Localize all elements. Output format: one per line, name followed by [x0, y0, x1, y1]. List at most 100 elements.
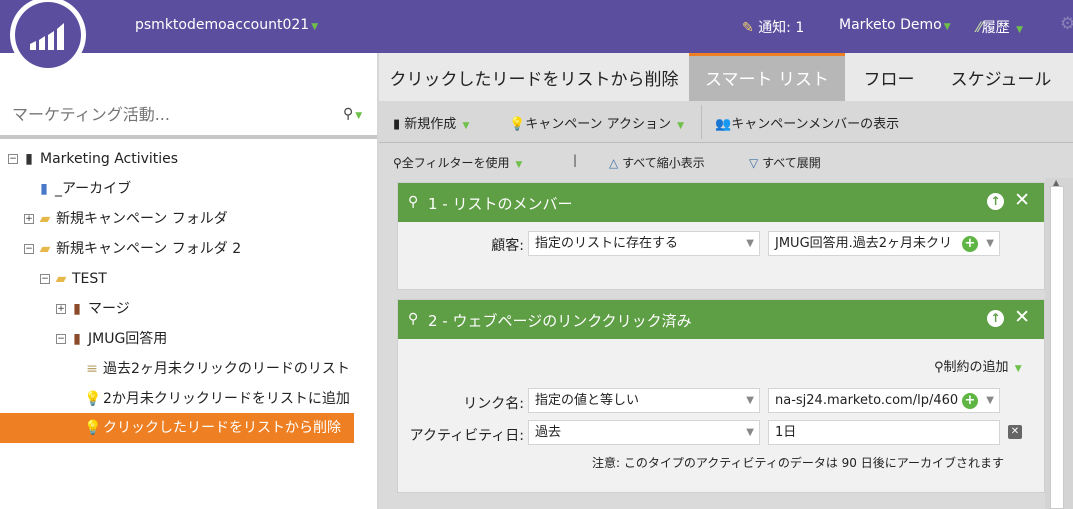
expand-all-label: すべて展開 [762, 156, 821, 170]
add-value-icon[interactable]: + [962, 393, 978, 409]
account-name: psmktodemoaccount021 [135, 17, 310, 33]
chevron-down-icon: ▼ [462, 121, 470, 131]
collapse-all-button[interactable]: △ すべて縮小表示 [609, 154, 705, 171]
close-icon[interactable]: ✕ [1014, 189, 1030, 211]
value-text: 1日 [775, 425, 797, 440]
tree-item-archive[interactable]: ▮ _アーカイブ [36, 175, 131, 203]
toolbar-divider [701, 105, 702, 139]
collapse-all-label: すべて縮小表示 [622, 156, 705, 170]
expand-all-button[interactable]: ▽ すべて展開 [749, 154, 821, 171]
chevron-down-icon: ▼ [311, 22, 319, 32]
filter-card-header[interactable]: ⚲ 2 - ウェブページのリンククリック済み ↑ ✕ [398, 300, 1044, 339]
show-members-label: キャンペーンメンバーの表示 [731, 117, 900, 132]
lightbulb-icon: 💡 [84, 391, 102, 407]
chevron-down-icon: ▼ [677, 121, 685, 131]
list-icon: ≡ [86, 361, 98, 377]
chevron-down-icon: ▼ [355, 111, 363, 121]
campaign-action-button[interactable]: 💡キャンペーン アクション ▼ [509, 113, 684, 132]
value-input[interactable]: 1日 [768, 420, 1000, 445]
lightbulb-icon: 💡 [509, 117, 526, 132]
expand-icon: ▽ [749, 156, 759, 170]
filter-row-label: 顧客: [491, 238, 524, 254]
program-icon: ▮ [73, 331, 81, 347]
history-menu[interactable]: ⁄⁄履歴 ▼ [977, 17, 1023, 37]
tree-item-label: Marketing Activities [40, 151, 179, 167]
clear-icon[interactable]: ✕ [1008, 425, 1022, 439]
show-members-button[interactable]: 👥キャンペーンメンバーの表示 [715, 113, 899, 132]
tree-item-folder-2[interactable]: − ▰ 新規キャンペーン フォルダ 2 [24, 235, 241, 263]
tree-item-campaign-remove[interactable]: 💡 クリックしたリードをリストから削除 [0, 413, 354, 443]
tree-item-list[interactable]: ≡ 過去2ヶ月未クリックのリードのリスト [84, 355, 350, 383]
user-menu[interactable]: Marketo Demo ▼ [839, 17, 951, 33]
tree-item-label: JMUG回答用 [88, 331, 168, 347]
campaign-action-label: キャンペーン アクション [525, 117, 672, 132]
add-value-icon[interactable]: + [962, 236, 978, 252]
close-icon[interactable]: ✕ [1014, 306, 1030, 328]
tree-item-merge[interactable]: + ▮ マージ [56, 295, 130, 323]
tree-item-jmug[interactable]: − ▮ JMUG回答用 [56, 325, 167, 353]
book-icon: ▮ [25, 151, 33, 167]
move-up-icon[interactable]: ↑ [987, 193, 1004, 210]
collapse-icon[interactable]: − [56, 334, 66, 344]
operator-select[interactable]: 指定の値と等しい ▼ [528, 388, 760, 413]
notification-icon: ✎ [742, 20, 754, 36]
chevron-down-icon: ▼ [1016, 25, 1024, 35]
operator-value: 過去 [535, 425, 562, 440]
new-button[interactable]: ▮ 新規作成 ▼ [393, 113, 469, 132]
tree-item-marketing-activities[interactable]: − ▮ Marketing Activities [8, 145, 178, 173]
add-constraint-button[interactable]: ⚲制約の追加 ▼ [934, 356, 1022, 375]
smart-list-canvas: ⚲ 1 - リストのメンバー ↑ ✕ 顧客: 指定のリストに存在する ▼ JMUG… [379, 178, 1045, 509]
expand-icon[interactable]: + [56, 304, 66, 314]
tree-search: ⚲▼ [0, 99, 377, 139]
marketo-logo[interactable] [10, 0, 86, 73]
tree-item-label: マージ [88, 301, 130, 317]
collapse-icon[interactable]: − [40, 274, 50, 284]
scrollbar[interactable]: ▲ [1045, 178, 1073, 509]
tab-bar: クリックしたリードをリストから削除 スマート リスト フロー スケジュール [379, 53, 1073, 101]
filter-icon: ⚲ [408, 194, 419, 210]
logo-bars-icon [30, 23, 64, 50]
tree-item-label: _アーカイブ [55, 181, 132, 197]
tree-item-folder-1[interactable]: + ▰ 新規キャンペーン フォルダ [24, 205, 228, 233]
chevron-down-icon: ▼ [986, 395, 994, 406]
tree-item-label: TEST [72, 271, 107, 287]
filter-icon[interactable]: ⚲ ▼ [343, 106, 362, 122]
scrollbar-thumb[interactable] [1050, 186, 1064, 509]
expand-icon[interactable]: + [24, 214, 34, 224]
collapse-icon[interactable]: − [8, 154, 18, 164]
collapse-icon[interactable]: − [24, 244, 34, 254]
chevron-down-icon: ▼ [515, 160, 523, 170]
use-all-filters-button[interactable]: ⚲全フィルターを使用 ▼ [393, 154, 522, 171]
filter-card: ⚲ 1 - リストのメンバー ↑ ✕ 顧客: 指定のリストに存在する ▼ JMUG… [397, 182, 1045, 290]
filter-card-header[interactable]: ⚲ 1 - リストのメンバー ↑ ✕ [398, 183, 1044, 222]
tree-item-campaign-add[interactable]: 💡 2か月未クリックリードをリストに追加 [84, 385, 350, 413]
tab-flow[interactable]: フロー [845, 53, 933, 101]
gear-icon[interactable]: ⚙ [1060, 14, 1073, 34]
notifications-link[interactable]: ✎ 通知: 1 [742, 17, 804, 37]
tree-item-test[interactable]: − ▰ TEST [40, 265, 107, 293]
user-name: Marketo Demo [839, 17, 942, 33]
operator-select[interactable]: 指定のリストに存在する ▼ [528, 231, 760, 256]
logo-inner [15, 2, 81, 68]
tab-campaign[interactable]: クリックしたリードをリストから削除 [379, 53, 689, 101]
operator-value: 指定のリストに存在する [535, 236, 679, 251]
chevron-down-icon: ▼ [746, 427, 754, 438]
top-bar: psmktodemoaccount021 ▼ ✎ 通知: 1 Marketo De… [0, 0, 1073, 53]
account-switcher[interactable]: psmktodemoaccount021 ▼ [135, 17, 318, 33]
use-all-label: 全フィルターを使用 [401, 156, 510, 170]
operator-select[interactable]: 過去 ▼ [528, 420, 760, 445]
chevron-down-icon: ▼ [943, 22, 951, 32]
filter-bar: ⚲全フィルターを使用 ▼ | △ すべて縮小表示 ▽ すべて展開 [379, 144, 1073, 178]
filter-icon: ⚲ [934, 360, 944, 375]
folder-open-icon: ▰ [39, 241, 51, 257]
people-icon: 👥 [715, 117, 732, 132]
tab-schedule[interactable]: スケジュール [933, 53, 1069, 101]
tree-item-label: 新規キャンペーン フォルダ [56, 211, 228, 227]
toolbar: ▮ 新規作成 ▼ 💡キャンペーン アクション ▼ 👥キャンペーンメンバーの表示 [379, 101, 1073, 143]
tab-smart-list[interactable]: スマート リスト [689, 53, 845, 101]
search-input[interactable] [12, 105, 332, 124]
move-up-icon[interactable]: ↑ [987, 310, 1004, 327]
left-panel: ⚲▼ −▮Marketing Activities ▮_アーカイブ +▰新規キャ… [0, 53, 377, 509]
filter-title: 2 - ウェブページのリンククリック済み [428, 312, 692, 330]
filter-row-label: リンク名: [463, 396, 524, 412]
